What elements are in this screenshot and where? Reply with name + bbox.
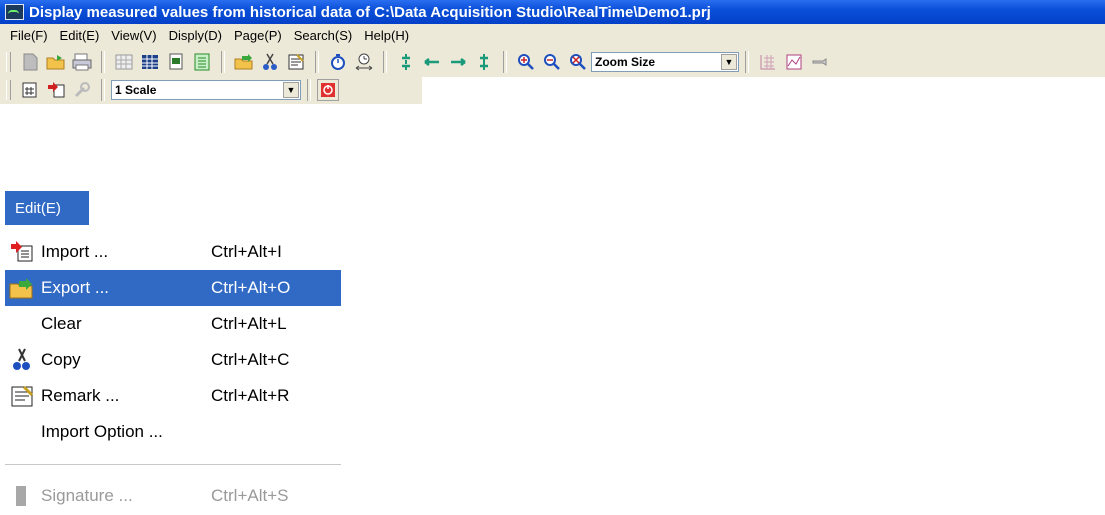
arrow-left-icon[interactable] [421,51,443,73]
zoom-size-select[interactable]: Zoom Size ▼ [591,52,739,72]
zoom-reset-icon[interactable] [567,51,589,73]
menu-item-clear[interactable]: Clear Ctrl+Alt+L [5,306,341,342]
table-icon[interactable] [139,51,161,73]
import-icon [9,239,35,265]
menu-item-shortcut: Ctrl+Alt+S [211,486,289,505]
zoom-in-icon[interactable] [515,51,537,73]
scissors-icon [9,347,35,373]
pointer-icon[interactable] [809,51,831,73]
export-tool-icon[interactable] [233,51,255,73]
menu-view[interactable]: View(V) [105,26,162,46]
menu-divider [5,464,341,465]
menu-bar: File(F) Edit(E) View(V) Disply(D) Page(P… [0,24,1105,48]
edit-menu: Import ... Ctrl+Alt+I Export ... Ctrl+Al… [5,234,341,514]
compress-icon[interactable] [395,51,417,73]
menu-edit[interactable]: Edit(E) [54,26,106,46]
toolbar-separator [503,51,507,73]
new-file-icon[interactable] [19,51,41,73]
print-icon[interactable] [71,51,93,73]
time-range-icon[interactable] [353,51,375,73]
toolbar-grip[interactable] [6,52,11,72]
app-icon [5,4,24,20]
open-folder-icon[interactable] [45,51,67,73]
remark-icon [9,383,35,409]
stopwatch-icon[interactable] [327,51,349,73]
menu-item-label: Signature ... [41,486,133,505]
menu-item-signature: Signature ... Ctrl+Alt+S [5,478,341,514]
menu-item-shortcut: Ctrl+Alt+L [211,314,287,333]
edit-menu-title[interactable]: Edit(E) [5,191,89,225]
main-toolbar: Zoom Size ▼ [0,47,1105,77]
remark-tool-icon[interactable] [285,51,307,73]
menu-display[interactable]: Disply(D) [163,26,228,46]
toolbar-separator [315,51,319,73]
title-bar: Display measured values from historical … [0,0,1105,24]
menu-item-shortcut: Ctrl+Alt+I [211,242,282,261]
wrench-icon[interactable] [71,79,93,101]
import-tool-icon[interactable] [45,79,67,101]
hash-document-icon[interactable] [19,79,41,101]
secondary-toolbar: 1 Scale ▼ [0,75,422,104]
chart-marker-icon[interactable] [783,51,805,73]
chevron-down-icon[interactable]: ▼ [283,81,299,98]
scale-value: 1 Scale [115,82,157,97]
menu-item-shortcut: Ctrl+Alt+C [211,350,290,369]
menu-item-copy[interactable]: Copy Ctrl+Alt+C [5,342,341,378]
menu-file[interactable]: File(F) [0,26,54,46]
toolbar-separator [221,51,225,73]
menu-item-import-option[interactable]: Import Option ... [5,414,341,450]
toolbar-separator [101,51,105,73]
list-icon[interactable] [191,51,213,73]
grid-icon[interactable] [113,51,135,73]
menu-help[interactable]: Help(H) [358,26,415,46]
menu-item-label: Import Option ... [41,422,163,441]
window-title: Display measured values from historical … [29,3,711,21]
cut-icon[interactable] [259,51,281,73]
menu-item-label: Export ... [41,278,110,297]
toolbar-separator [307,78,311,101]
zoom-out-icon[interactable] [541,51,563,73]
menu-item-shortcut: Ctrl+Alt+R [211,386,290,405]
menu-item-export[interactable]: Export ... Ctrl+Alt+O [5,270,341,306]
menu-item-shortcut: Ctrl+Alt+O [211,278,291,297]
menu-item-remark[interactable]: Remark ... Ctrl+Alt+R [5,378,341,414]
menu-item-label: Clear [41,314,82,333]
menu-page[interactable]: Page(P) [228,26,288,46]
signature-icon [9,483,35,509]
toolbar-grip[interactable] [6,79,11,100]
chart-grid-icon[interactable] [757,51,779,73]
report-icon[interactable] [165,51,187,73]
menu-item-label: Copy [41,350,81,369]
toolbar-separator [101,78,105,101]
menu-item-label: Import ... [41,242,109,261]
arrow-right-icon[interactable] [447,51,469,73]
zoom-size-value: Zoom Size [595,55,656,69]
scale-select[interactable]: 1 Scale ▼ [111,79,301,100]
menu-search[interactable]: Search(S) [288,26,359,46]
toolbar-separator [383,51,387,73]
menu-item-label: Remark ... [41,386,120,405]
menu-item-import[interactable]: Import ... Ctrl+Alt+I [5,234,341,270]
chevron-down-icon[interactable]: ▼ [721,54,737,70]
toolbar-separator [745,51,749,73]
stop-button[interactable] [317,78,339,101]
expand-icon[interactable] [473,51,495,73]
export-icon [9,275,35,301]
